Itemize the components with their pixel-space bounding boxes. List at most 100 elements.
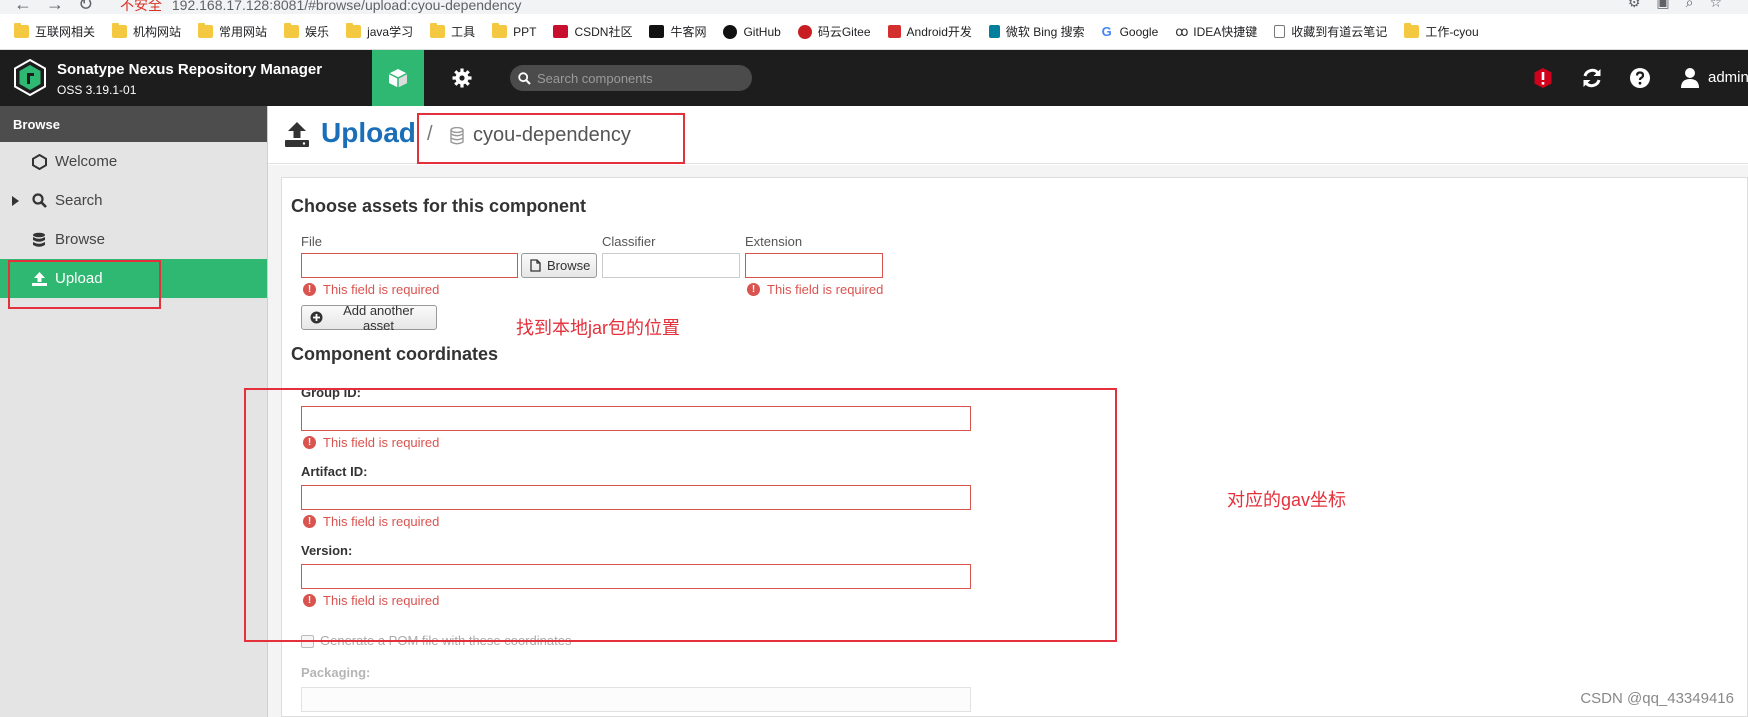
bookmark-item[interactable]: G Google bbox=[1101, 23, 1159, 39]
search-input[interactable] bbox=[537, 70, 737, 86]
bookmark-item[interactable]: 互联网相关 bbox=[14, 23, 95, 40]
artifact-id-error: ! This field is required bbox=[303, 514, 439, 529]
bookmark-item[interactable]: 机构网站 bbox=[112, 23, 181, 40]
extension-label: Extension bbox=[745, 234, 803, 249]
classifier-input[interactable] bbox=[603, 254, 739, 277]
folder-icon bbox=[198, 23, 214, 38]
address-bar[interactable]: 不安全 192.168.17.128:8081/#browse/upload:c… bbox=[120, 0, 521, 14]
bookmark-item[interactable]: CSDN社区 bbox=[553, 23, 632, 40]
bookmark-item[interactable]: java学习 bbox=[346, 23, 413, 40]
group-id-error: ! This field is required bbox=[303, 435, 439, 450]
version-error: ! This field is required bbox=[303, 593, 439, 608]
bookmark-item[interactable]: 微软 Bing 搜索 bbox=[988, 23, 1085, 40]
bookmark-item[interactable]: GitHub bbox=[723, 24, 781, 39]
sidebar-item-upload[interactable]: Upload bbox=[0, 259, 267, 298]
assets-section-title: Choose assets for this component bbox=[291, 196, 587, 216]
system-status-button[interactable] bbox=[1531, 66, 1555, 90]
bookmark-item[interactable]: 工具 bbox=[430, 23, 475, 40]
user-icon bbox=[1681, 68, 1699, 88]
bookmark-item[interactable]: ꝏ IDEA快捷键 bbox=[1175, 23, 1257, 40]
expand-caret-icon[interactable] bbox=[12, 195, 19, 206]
packaging-input[interactable] bbox=[302, 688, 970, 711]
browse-file-button[interactable]: Browse bbox=[521, 253, 597, 278]
bookmark-item[interactable]: 牛客网 bbox=[649, 23, 706, 40]
group-id-field[interactable] bbox=[301, 406, 971, 431]
component-search[interactable] bbox=[510, 65, 752, 91]
upload-icon bbox=[31, 271, 47, 287]
sidebar-title: Browse bbox=[0, 106, 267, 142]
folder-icon bbox=[430, 23, 446, 38]
address-url: 192.168.17.128:8081/#browse/upload:cyou-… bbox=[171, 0, 522, 13]
nexus-header: Sonatype Nexus Repository Manager OSS 3.… bbox=[0, 50, 1748, 112]
artifact-id-input[interactable] bbox=[302, 486, 970, 509]
file-icon bbox=[530, 259, 541, 272]
csdn-icon bbox=[553, 25, 569, 38]
folder-icon bbox=[14, 23, 29, 38]
android-icon bbox=[887, 25, 901, 38]
error-icon: ! bbox=[747, 283, 760, 296]
add-asset-button[interactable]: Add another asset bbox=[301, 303, 437, 333]
classifier-field[interactable] bbox=[602, 253, 740, 278]
extension-field[interactable] bbox=[745, 253, 883, 278]
error-icon: ! bbox=[303, 283, 316, 296]
breadcrumb-repository[interactable]: cyou-dependency bbox=[473, 124, 631, 147]
sidebar-item-browse[interactable]: Browse bbox=[0, 220, 267, 259]
bookmarks-bar: 互联网相关 机构网站 常用网站 娱乐 java学习 工具 PPT CSDN社区 … bbox=[0, 14, 1748, 50]
hexagon-icon bbox=[31, 153, 47, 170]
sidebar-item-welcome[interactable]: Welcome bbox=[0, 142, 267, 181]
packaging-field[interactable] bbox=[301, 687, 971, 712]
bookmark-item[interactable]: 收藏到有道云笔记 bbox=[1274, 23, 1387, 40]
browser-address-strip: ←→↻ 不安全 192.168.17.128:8081/#browse/uplo… bbox=[0, 0, 1748, 14]
browser-toolbar-icons[interactable]: ⚙▣⌕☆ bbox=[1628, 0, 1738, 11]
help-button[interactable] bbox=[1628, 66, 1652, 90]
folder-icon bbox=[1404, 23, 1420, 38]
classifier-label: Classifier bbox=[602, 234, 656, 249]
browser-nav-icons[interactable]: ←→↻ bbox=[14, 0, 107, 14]
coordinates-section-title: Component coordinates bbox=[291, 344, 499, 364]
error-icon: ! bbox=[303, 436, 316, 449]
bookmark-item[interactable]: 工作-cyou bbox=[1404, 23, 1479, 40]
sidebar: Browse Welcome Search Browse Upload bbox=[0, 106, 268, 717]
upload-form-panel: Choose assets for this component File Cl… bbox=[281, 177, 1748, 717]
folder-icon bbox=[346, 23, 362, 38]
alert-icon bbox=[1534, 68, 1552, 88]
extension-error: ! This field is required bbox=[747, 282, 883, 297]
page-title: Upload bbox=[321, 117, 416, 148]
gitee-icon bbox=[797, 24, 812, 39]
error-icon: ! bbox=[303, 594, 316, 607]
user-avatar[interactable] bbox=[1678, 66, 1702, 90]
extension-input[interactable] bbox=[746, 254, 882, 277]
administration-mode-button[interactable] bbox=[436, 50, 488, 106]
insecure-warning: 不安全 bbox=[120, 0, 162, 13]
file-field[interactable] bbox=[301, 253, 518, 278]
gear-icon bbox=[452, 68, 472, 88]
folder-icon bbox=[492, 23, 508, 38]
google-icon: G bbox=[1101, 23, 1112, 39]
help-icon bbox=[1630, 68, 1650, 88]
refresh-button[interactable] bbox=[1580, 66, 1604, 90]
version-input[interactable] bbox=[302, 565, 970, 588]
bookmark-item[interactable]: 常用网站 bbox=[198, 23, 267, 40]
bookmark-item[interactable]: Android开发 bbox=[887, 23, 972, 40]
user-name[interactable]: admin bbox=[1708, 69, 1748, 86]
document-icon bbox=[1274, 25, 1286, 38]
bookmark-item[interactable]: 码云Gitee bbox=[797, 23, 871, 40]
file-label: File bbox=[301, 234, 322, 249]
upload-icon bbox=[285, 122, 309, 147]
sidebar-item-search[interactable]: Search bbox=[0, 181, 267, 220]
annotation-gav-coordinates: 对应的gav坐标 bbox=[1227, 490, 1347, 510]
group-id-label: Group ID: bbox=[301, 385, 361, 400]
browse-mode-button[interactable] bbox=[372, 50, 424, 112]
bookmark-item[interactable]: 娱乐 bbox=[284, 23, 329, 40]
file-input[interactable] bbox=[302, 254, 517, 277]
bookmark-item[interactable]: PPT bbox=[492, 23, 536, 39]
plus-circle-icon bbox=[310, 311, 323, 324]
nexus-logo-icon[interactable] bbox=[14, 59, 46, 96]
version-field[interactable] bbox=[301, 564, 971, 589]
generate-pom-checkbox[interactable] bbox=[301, 635, 314, 648]
error-icon: ! bbox=[303, 515, 316, 528]
search-icon bbox=[518, 71, 531, 85]
group-id-input[interactable] bbox=[302, 407, 970, 430]
version-label: Version: bbox=[301, 543, 353, 558]
artifact-id-field[interactable] bbox=[301, 485, 971, 510]
